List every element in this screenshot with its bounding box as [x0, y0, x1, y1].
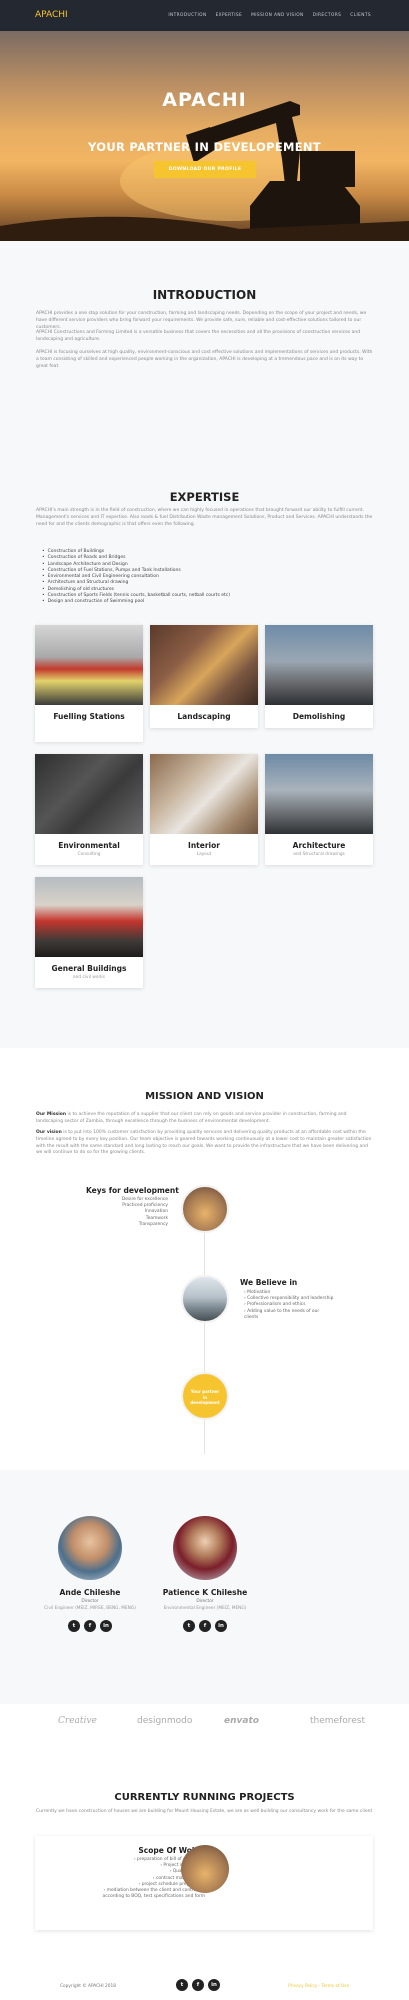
card-title: Architecture [292, 841, 346, 850]
twitter-icon[interactable]: t [176, 1979, 188, 1991]
expertise-card-interior[interactable]: Interior Layout [150, 754, 258, 865]
director-credentials: Civil Engineer (MEIZ, MIRSE, BENG, MENG) [44, 1606, 136, 1611]
scope-circle-image [181, 1845, 229, 1893]
card-title: Landscaping [177, 712, 231, 721]
mission-title: MISSION AND VISION [145, 1091, 264, 1102]
social-links: t f in [30, 1620, 150, 1632]
footer-links[interactable]: Privacy Policy · Terms of Use [288, 1984, 349, 1989]
facebook-icon[interactable]: f [84, 1620, 96, 1632]
client-logo-designmodo: designmodo [137, 1716, 193, 1726]
believe-list: › Motivation › Collective responsibility… [244, 1290, 334, 1321]
linkedin-icon[interactable]: in [208, 1979, 220, 1991]
card-title: Demolishing [292, 712, 346, 721]
client-logo-themeforest: themeforest [310, 1716, 366, 1726]
fuel-pump-image [35, 625, 143, 705]
expertise-intro: APACHI's main strength is in the field o… [36, 508, 373, 527]
vision-paragraph: Our vision is to put into 100% customer … [36, 1130, 373, 1157]
expertise-card-architecture[interactable]: Architecture and Structural drawings [265, 754, 373, 865]
client-logos: Creative designmodo envato themeforest [0, 1716, 409, 1736]
vision-label: Our vision [36, 1130, 62, 1135]
nav-link-directors[interactable]: DIRECTORS [313, 13, 342, 18]
environmental-image [35, 754, 143, 834]
hero-title: APACHI [162, 89, 247, 111]
mission-label: Our Mission [36, 1112, 67, 1117]
nav-link-introduction[interactable]: INTRODUCTION [168, 13, 206, 18]
expertise-bullet-list: Construction of Buildings Construction o… [42, 549, 230, 606]
nav-link-mission[interactable]: MISSION AND VISION [251, 13, 304, 18]
director-card: Ande Chileshe Director Civil Engineer (M… [30, 1516, 150, 1632]
landscaping-image [150, 625, 258, 705]
director-name: Ande Chileshe [59, 1588, 121, 1597]
architecture-image [265, 754, 373, 834]
list-item: › mediation between the client and contr… [102, 1888, 205, 1900]
expertise-card-landscaping[interactable]: Landscaping [150, 625, 258, 728]
footer-copyright: Copyright © APACHI 2018 [60, 1984, 116, 1989]
intro-paragraph-1: APACHI provides a one stop solution for … [36, 311, 367, 330]
partner-badge-text: Your partner in development [190, 1389, 220, 1405]
projects-intro: Currently we have construction of houses… [36, 1809, 373, 1814]
twitter-icon[interactable]: t [68, 1620, 80, 1632]
mission-paragraph: Our Mission is to achieve the reputation… [36, 1112, 373, 1126]
nav-links: INTRODUCTION EXPERTISE MISSION AND VISIO… [168, 13, 371, 18]
scope-card: Scope Of Wokrs › preparation of bill of … [35, 1836, 373, 1930]
intro-title: INTRODUCTION [152, 288, 257, 302]
director-role: Director [81, 1599, 99, 1604]
believe-circle-image [181, 1275, 229, 1323]
footer-social-links: t f in [176, 1979, 220, 1991]
hero-banner: APACHI YOUR PARTNER IN DEVELOPEMENT DOWN… [0, 31, 409, 241]
download-profile-button[interactable]: DOWNLOAD OUR PROFILE [154, 161, 256, 178]
linkedin-icon[interactable]: in [100, 1620, 112, 1632]
expertise-title: EXPERTISE [169, 490, 240, 504]
social-links: t f in [145, 1620, 265, 1632]
nav-link-clients[interactable]: CLIENTS [350, 13, 371, 18]
demolishing-image [265, 625, 373, 705]
footer: Copyright © APACHI 2018 t f in Privacy P… [0, 1976, 409, 2000]
card-subtitle: and Structural drawings [293, 852, 345, 857]
director-role: Director [196, 1599, 214, 1604]
expertise-card-general-buildings[interactable]: General Buildings and civil works [35, 877, 143, 988]
card-subtitle: and civil works [73, 975, 105, 980]
expertise-card-environmental[interactable]: Environmental Consulting [35, 754, 143, 865]
card-subtitle: Layout [196, 852, 212, 857]
vision-text: is to put into 100% customer satisfactio… [36, 1130, 372, 1156]
twitter-icon[interactable]: t [183, 1620, 195, 1632]
believe-title: We Believe in [240, 1278, 298, 1287]
director-card: Patience K Chileshe Director Environment… [145, 1516, 265, 1632]
hero-excavator-image [0, 101, 409, 241]
card-title: Interior [188, 841, 220, 850]
expertise-card-fuelling[interactable]: Fuelling Stations [35, 625, 143, 742]
linkedin-icon[interactable]: in [215, 1620, 227, 1632]
keys-title: Keys for development [86, 1186, 179, 1195]
card-subtitle: Consulting [77, 852, 101, 857]
card-title: General Buildings [51, 964, 127, 973]
director-name: Patience K Chileshe [162, 1588, 248, 1597]
hero-subtitle: YOUR PARTNER IN DEVELOPEMENT [88, 140, 321, 154]
list-item: › Adding value to the needs of our clien… [244, 1308, 320, 1320]
client-logo-creative: Creative [58, 1716, 97, 1726]
list-item: Transparency [138, 1221, 168, 1227]
card-title: Fuelling Stations [53, 712, 125, 721]
avatar [173, 1516, 237, 1580]
card-title: Environmental [58, 841, 120, 850]
intro-paragraph-2: APACHI Constructions and Farming Limited… [36, 330, 361, 342]
projects-title: CURRENTLY RUNNING PROJECTS [114, 1792, 295, 1803]
expertise-card-demolishing[interactable]: Demolishing [265, 625, 373, 728]
client-logo-envato: envato [224, 1716, 259, 1726]
facebook-icon[interactable]: f [192, 1979, 204, 1991]
top-navbar: APACHI INTRODUCTION EXPERTISE MISSION AN… [0, 0, 409, 31]
mission-text: is to achieve the reputation of a suppli… [36, 1112, 347, 1124]
general-buildings-image [35, 877, 143, 957]
interior-image [150, 754, 258, 834]
list-item: Design and construction of Swimming pool [42, 599, 230, 605]
brand-logo[interactable]: APACHI [35, 10, 68, 20]
facebook-icon[interactable]: f [199, 1620, 211, 1632]
partner-badge: Your partner in development [181, 1372, 229, 1420]
avatar [58, 1516, 122, 1580]
intro-paragraph-3: APACHI is focusing ourselves at high qua… [36, 350, 373, 369]
keys-list: Desire for excellence Practiced proficie… [90, 1197, 168, 1228]
director-credentials: Environmental Engineer (MEIZ, MENG) [163, 1606, 247, 1611]
nav-link-expertise[interactable]: EXPERTISE [216, 13, 243, 18]
keys-circle-image [181, 1185, 229, 1233]
